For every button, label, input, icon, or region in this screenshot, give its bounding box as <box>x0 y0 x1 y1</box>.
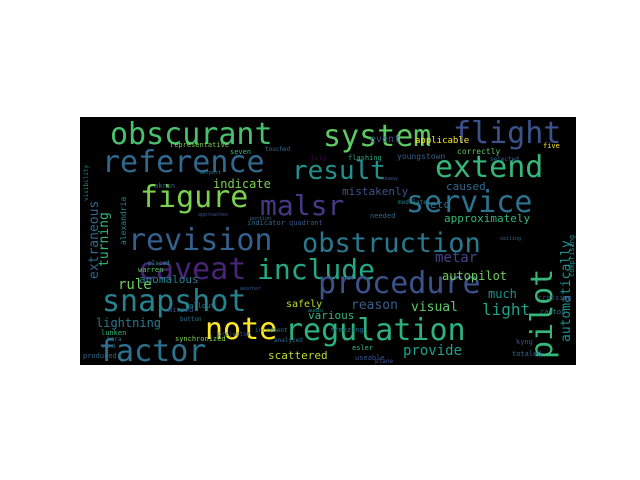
word: plane <box>375 358 394 365</box>
word: crossing <box>538 294 572 302</box>
word: warren <box>138 266 164 274</box>
word: callout <box>185 302 215 310</box>
word: july <box>310 154 327 162</box>
word: modulate <box>398 199 427 206</box>
word: light <box>482 300 531 319</box>
word: flashing <box>348 154 382 162</box>
word: needed <box>370 212 396 220</box>
word: autopilot <box>442 269 508 283</box>
word: kyng <box>516 338 533 346</box>
word: audio <box>308 308 324 314</box>
word: visibility <box>83 164 90 201</box>
word-cloud: obscurant system flight reference result… <box>80 117 576 365</box>
word: quadrant <box>289 219 323 227</box>
word: mistakenly <box>342 185 409 198</box>
word: lightning <box>96 316 162 330</box>
word: approximately <box>444 212 531 225</box>
word: analyzed <box>274 337 303 344</box>
word: ceiling <box>500 236 522 242</box>
word: canton <box>540 308 566 316</box>
word: provide <box>403 343 463 359</box>
word: five <box>543 142 560 150</box>
word: produced <box>83 352 117 360</box>
word: etc <box>430 198 450 211</box>
word: approaches <box>198 212 229 218</box>
word: indicate <box>213 177 271 191</box>
word: placed <box>148 260 170 267</box>
word: airport <box>200 170 222 176</box>
word: increment <box>255 327 288 334</box>
word: indicator <box>247 219 285 227</box>
word: akron <box>154 182 176 190</box>
word: totaled <box>512 350 542 358</box>
word: youngstown <box>397 152 446 161</box>
word: projector <box>218 331 251 338</box>
word: touched <box>265 146 291 153</box>
word: reason <box>351 298 398 313</box>
word: representative <box>170 141 230 149</box>
word: scattered <box>268 349 328 362</box>
word: esler <box>352 344 374 352</box>
word: comprising <box>568 234 576 277</box>
word: weather <box>240 286 262 292</box>
word: runway <box>380 176 399 182</box>
word: turning <box>97 212 112 267</box>
word: metar <box>435 250 478 266</box>
word: correctly <box>457 147 501 156</box>
word: selected <box>490 156 519 163</box>
word: malsr <box>260 189 345 222</box>
word: applicable <box>415 136 470 146</box>
word: much <box>488 287 517 301</box>
word: caused <box>446 180 486 193</box>
word: freezing <box>330 326 364 334</box>
word: button <box>180 316 202 323</box>
word: anomalous <box>139 273 199 286</box>
word: event <box>370 134 401 145</box>
word: muni <box>102 343 117 350</box>
word: seven <box>230 148 252 156</box>
word: visual <box>411 300 458 315</box>
word: alexandria <box>119 196 128 245</box>
